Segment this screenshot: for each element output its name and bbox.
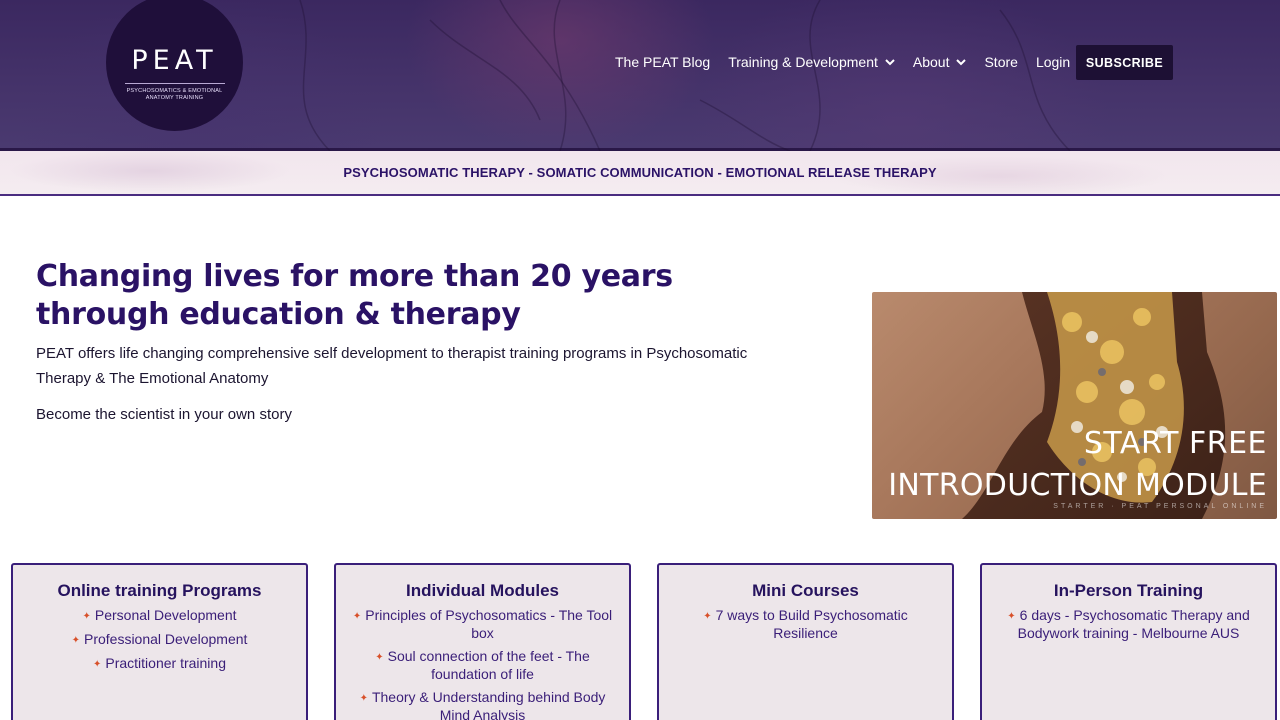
logo-wordmark: PEAT <box>131 45 218 76</box>
card-link-label: Soul connection of the feet - The founda… <box>387 648 590 682</box>
card-title: In-Person Training <box>1053 581 1204 600</box>
hero-tagline: Become the scientist in your own story <box>36 406 292 423</box>
bullet-icon: ✦ <box>71 635 80 646</box>
promo-heading-line2: INTRODUCTION MODULE <box>888 468 1267 503</box>
nav-item-about[interactable]: About <box>913 54 967 70</box>
banner-text: PSYCHOSOMATIC THERAPY - SOMATIC COMMUNIC… <box>343 165 937 180</box>
nav-item-login[interactable]: Login <box>1036 54 1070 70</box>
bullet-icon: ✦ <box>92 659 102 670</box>
card-link-label: Professional Development <box>83 631 248 647</box>
logo-divider <box>124 83 225 84</box>
nav-item-label: About <box>912 54 950 70</box>
card-mini-courses: Mini Courses ✦ 7 ways to Build Psychosoma… <box>657 563 954 720</box>
logo-subtitle: PSYCHOSOMATICS & EMOTIONAL ANATOMY TRAIN… <box>126 88 223 101</box>
card-link-label: Theory & Understanding behind Body Mind … <box>371 689 606 720</box>
chevron-down-icon <box>956 59 967 66</box>
card-title: Online training Programs <box>57 581 262 600</box>
tagline-banner: PSYCHOSOMATIC THERAPY - SOMATIC COMMUNIC… <box>0 151 1280 196</box>
card-link-label: Practitioner training <box>105 655 226 671</box>
promo-caption: STARTER · PEAT PERSONAL ONLINE <box>1053 503 1267 510</box>
nav-item-label: Login <box>1035 54 1071 70</box>
nav-item-training-development[interactable]: Training & Development <box>728 54 895 70</box>
page-title: Changing lives for more than 20 years th… <box>36 259 673 332</box>
card-individual-modules: Individual Modules ✦ Principles of Psycho… <box>334 563 631 720</box>
bullet-icon: ✦ <box>352 611 362 622</box>
card-link-label: Principles of Psychosomatics - The Tool … <box>365 607 613 641</box>
nav-item-store[interactable]: Store <box>984 54 1017 70</box>
card-link[interactable]: ✦ Professional Development <box>23 631 296 649</box>
main-nav: The PEAT Blog Training & Development Abo… <box>615 45 1088 79</box>
card-link[interactable]: ✦ Principles of Psychosomatics - The Tool… <box>346 607 619 642</box>
chevron-down-icon <box>885 59 895 66</box>
card-link[interactable]: ✦ Personal Development <box>23 607 296 625</box>
bullet-icon: ✦ <box>82 611 91 622</box>
card-online-training: Online training Programs ✦ Personal Devel… <box>11 563 308 720</box>
nav-item-label: Training & Development <box>728 54 878 70</box>
bullet-icon: ✦ <box>375 652 384 663</box>
card-link-label: 6 days - Psychosomatic Therapy and Bodyw… <box>1017 607 1250 641</box>
bullet-icon: ✦ <box>1007 611 1016 622</box>
card-in-person-training: In-Person Training ✦ 6 days - Psychosomat… <box>980 563 1277 720</box>
card-link[interactable]: ✦ 6 days - Psychosomatic Therapy and Body… <box>992 607 1265 642</box>
card-link[interactable]: ✦ Soul connection of the feet - The found… <box>346 648 619 683</box>
card-link[interactable]: ✦ Practitioner training <box>23 655 296 673</box>
site-header: PEAT PSYCHOSOMATICS & EMOTIONAL ANATOMY … <box>0 0 1280 151</box>
card-title: Mini Courses <box>752 581 859 600</box>
card-link-label: Personal Development <box>94 607 237 623</box>
nav-item-blog[interactable]: The PEAT Blog <box>615 54 710 70</box>
nav-item-label: Store <box>984 54 1018 70</box>
card-link[interactable]: ✦ 7 ways to Build Psychosomatic Resilienc… <box>669 607 942 642</box>
bullet-icon: ✦ <box>359 693 368 704</box>
bullet-icon: ✦ <box>703 611 712 622</box>
promo-heading-line1: START FREE <box>1083 426 1267 461</box>
peat-logo[interactable]: PEAT PSYCHOSOMATICS & EMOTIONAL ANATOMY … <box>106 0 243 131</box>
free-intro-module-banner[interactable]: START FREE INTRODUCTION MODULE STARTER ·… <box>872 292 1277 519</box>
subscribe-button[interactable]: SUBSCRIBE <box>1076 45 1173 80</box>
card-link-label: 7 ways to Build Psychosomatic Resilience <box>715 607 908 641</box>
card-link[interactable]: ✦ Theory & Understanding behind Body Mind… <box>346 689 619 720</box>
hero-description: PEAT offers life changing comprehensive … <box>36 345 748 387</box>
card-title: Individual Modules <box>405 581 559 600</box>
nav-item-label: The PEAT Blog <box>615 54 711 70</box>
